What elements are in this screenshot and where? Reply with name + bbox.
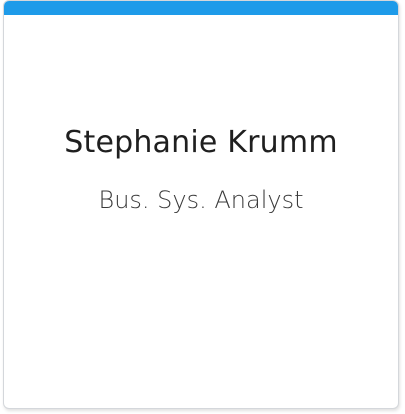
card-content: Stephanie Krumm Bus. Sys. Analyst (4, 123, 398, 215)
person-name: Stephanie Krumm (64, 125, 338, 160)
profile-card[interactable]: Stephanie Krumm Bus. Sys. Analyst (3, 0, 399, 409)
card-accent-bar (4, 1, 398, 15)
job-title: Bus. Sys. Analyst (98, 186, 304, 214)
